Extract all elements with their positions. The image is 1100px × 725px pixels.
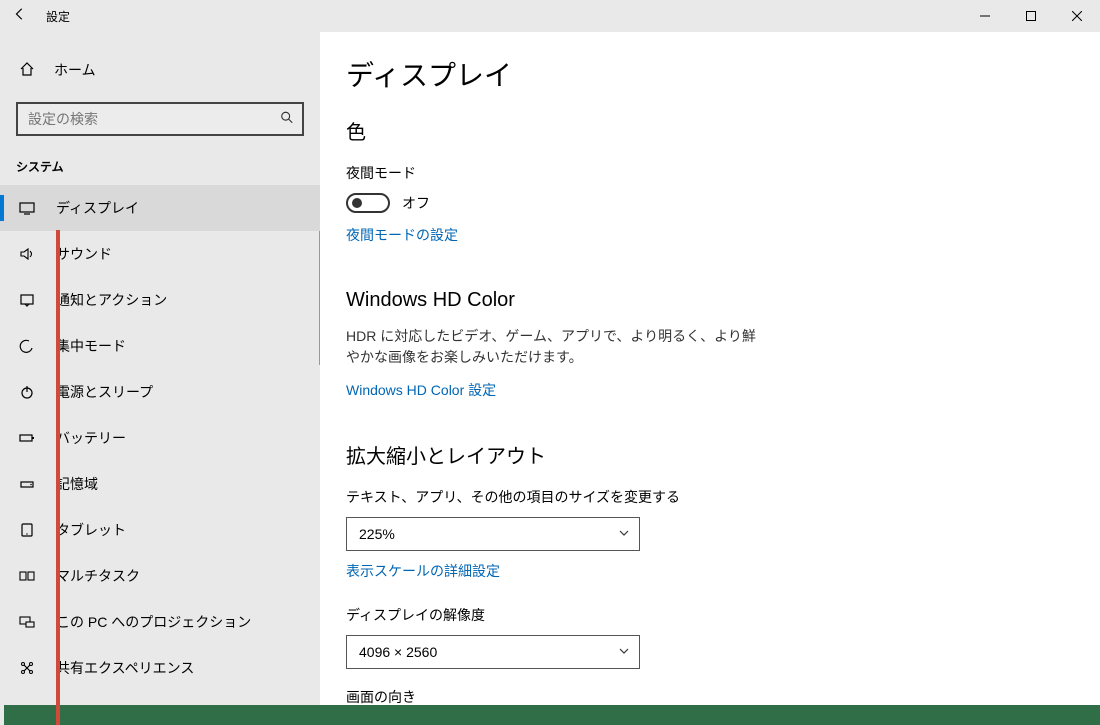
section-color-heading: 色: [346, 116, 1074, 145]
home-nav[interactable]: ホーム: [0, 50, 320, 90]
search-icon: [280, 111, 294, 128]
text-size-label: テキスト、アプリ、その他の項目のサイズを変更する: [346, 487, 1074, 507]
chevron-down-icon: [619, 528, 629, 540]
sidebar-item-label: この PC へのプロジェクション: [56, 612, 251, 632]
sidebar-item-label: ディスプレイ: [56, 198, 139, 218]
battery-icon: [18, 430, 36, 446]
night-mode-settings-link[interactable]: 夜間モードの設定: [346, 225, 458, 245]
sound-icon: [18, 246, 36, 262]
power-icon: [18, 384, 36, 400]
night-mode-state: オフ: [402, 193, 430, 213]
sidebar-item-storage[interactable]: 記憶域: [0, 461, 320, 507]
chevron-down-icon: [619, 646, 629, 658]
projection-icon: [18, 614, 36, 630]
resolution-label: ディスプレイの解像度: [346, 605, 1074, 625]
orientation-label: 画面の向き: [346, 687, 1074, 707]
resolution-select[interactable]: 4096 × 2560: [346, 635, 640, 669]
home-icon: [18, 61, 36, 80]
sidebar-item-sound[interactable]: サウンド: [0, 231, 320, 277]
content-area: ディスプレイ 色 夜間モード オフ 夜間モードの設定 Windows HD Co…: [320, 32, 1100, 725]
resolution-value: 4096 × 2560: [359, 644, 437, 660]
page-title: ディスプレイ: [346, 54, 1074, 94]
multitask-icon: [18, 568, 36, 584]
notifications-icon: [18, 292, 36, 308]
back-button[interactable]: [0, 0, 40, 32]
sidebar-item-notifications[interactable]: 通知とアクション: [0, 277, 320, 323]
sidebar-item-label: バッテリー: [56, 428, 126, 448]
titlebar: 設定: [0, 0, 1100, 32]
sidebar-item-label: マルチタスク: [56, 566, 140, 586]
display-icon: [18, 200, 36, 216]
sidebar-item-label: 共有エクスペリエンス: [56, 658, 194, 678]
text-size-value: 225%: [359, 526, 395, 542]
sidebar-item-label: 記憶域: [56, 474, 98, 494]
sidebar: ホーム システム ディスプレイ: [0, 32, 320, 725]
sidebar-item-label: タブレット: [56, 520, 126, 540]
maximize-button[interactable]: [1008, 0, 1054, 32]
text-size-select[interactable]: 225%: [346, 517, 640, 551]
category-header: システム: [0, 142, 320, 185]
close-button[interactable]: [1054, 0, 1100, 32]
home-label: ホーム: [54, 60, 96, 80]
sidebar-item-label: 集中モード: [56, 336, 126, 356]
focus-icon: [18, 338, 36, 354]
tablet-icon: [18, 522, 36, 538]
sidebar-item-battery[interactable]: バッテリー: [0, 415, 320, 461]
sidebar-item-label: サウンド: [56, 244, 112, 264]
night-mode-toggle[interactable]: [346, 193, 390, 213]
sidebar-item-display[interactable]: ディスプレイ: [0, 185, 320, 231]
annotation-line: [56, 230, 60, 725]
sidebar-item-shared[interactable]: 共有エクスペリエンス: [0, 645, 320, 691]
hd-description: HDR に対応したビデオ、ゲーム、アプリで、より明るく、より鮮やかな画像をお楽し…: [346, 326, 766, 368]
sidebar-item-multitask[interactable]: マルチタスク: [0, 553, 320, 599]
bottom-strip: [4, 705, 1100, 725]
hd-settings-link[interactable]: Windows HD Color 設定: [346, 380, 496, 400]
window-title: 設定: [40, 8, 70, 25]
sidebar-item-label: 通知とアクション: [56, 290, 167, 310]
search-input[interactable]: [16, 102, 304, 136]
shared-icon: [18, 660, 36, 676]
sidebar-item-label: 電源とスリープ: [56, 382, 153, 402]
section-scale-heading: 拡大縮小とレイアウト: [346, 440, 1074, 469]
minimize-button[interactable]: [962, 0, 1008, 32]
sidebar-item-focus[interactable]: 集中モード: [0, 323, 320, 369]
sidebar-item-power[interactable]: 電源とスリープ: [0, 369, 320, 415]
night-mode-label: 夜間モード: [346, 163, 1074, 183]
nav-list: ディスプレイ サウンド 通知とアクション: [0, 185, 320, 725]
sidebar-item-projection[interactable]: この PC へのプロジェクション: [0, 599, 320, 645]
sidebar-item-tablet[interactable]: タブレット: [0, 507, 320, 553]
advanced-scale-link[interactable]: 表示スケールの詳細設定: [346, 561, 500, 581]
section-hd-heading: Windows HD Color: [346, 289, 1074, 312]
storage-icon: [18, 476, 36, 492]
